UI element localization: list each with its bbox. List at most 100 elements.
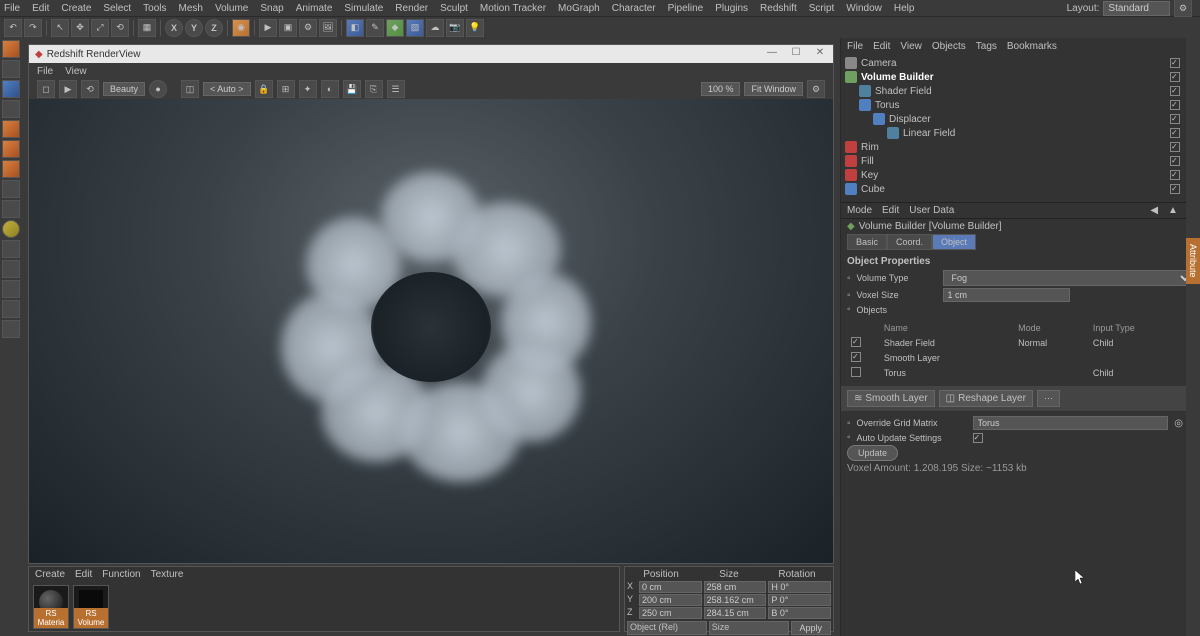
mat-menu-function[interactable]: Function — [102, 569, 140, 580]
layout-config-icon[interactable]: ⚙ — [1174, 0, 1192, 17]
tree-row-cube[interactable]: Cube — [845, 182, 1196, 196]
coord-apply-button[interactable]: Apply — [791, 621, 832, 635]
render-viewport[interactable] — [29, 99, 833, 563]
tree-label[interactable]: Shader Field — [875, 86, 1019, 97]
world-axis-icon[interactable]: ◉ — [232, 19, 250, 37]
rw-menu-file[interactable]: File — [37, 66, 53, 77]
menu-redshift[interactable]: Redshift — [760, 3, 797, 14]
rw-save-icon[interactable]: 💾 — [343, 80, 361, 98]
volume-type-select[interactable]: Fog — [943, 270, 1194, 286]
menu-help[interactable]: Help — [894, 3, 915, 14]
rw-copy-icon[interactable]: ⎘ — [365, 80, 383, 98]
rotate-tool[interactable]: ⟲ — [111, 19, 129, 37]
menu-character[interactable]: Character — [612, 3, 656, 14]
y-axis-toggle[interactable]: Y — [185, 19, 203, 37]
mat-menu-texture[interactable]: Texture — [151, 569, 184, 580]
obj-menu-view[interactable]: View — [900, 41, 922, 52]
row-checkbox[interactable] — [851, 367, 861, 377]
viewport-solo-button[interactable] — [2, 220, 20, 238]
select-tool[interactable]: ↖ — [51, 19, 69, 37]
menu-motion-tracker[interactable]: Motion Tracker — [480, 3, 546, 14]
menu-sculpt[interactable]: Sculpt — [440, 3, 468, 14]
edge-tab-attribute[interactable]: Attribute — [1186, 238, 1200, 284]
auto-update-checkbox[interactable] — [973, 433, 983, 443]
rw-auto-select[interactable]: < Auto > — [203, 82, 251, 96]
minimize-button[interactable]: — — [765, 47, 779, 61]
move-tool[interactable]: ✥ — [71, 19, 89, 37]
coord-size-mode[interactable]: Size — [709, 621, 789, 635]
menu-plugins[interactable]: Plugins — [715, 3, 748, 14]
coord-x-rot[interactable] — [768, 581, 831, 593]
rw-lock-icon[interactable]: 🔒 — [255, 80, 273, 98]
tree-row-fill[interactable]: Fill — [845, 154, 1196, 168]
tree-label[interactable]: Camera — [861, 58, 1012, 69]
coord-y-rot[interactable] — [768, 594, 831, 606]
visibility-toggle[interactable] — [1170, 58, 1180, 68]
visibility-toggle[interactable] — [1170, 128, 1180, 138]
attr-menu-mode[interactable]: Mode — [847, 205, 872, 216]
menu-create[interactable]: Create — [61, 3, 91, 14]
menu-pipeline[interactable]: Pipeline — [668, 3, 704, 14]
mat-menu-edit[interactable]: Edit — [75, 569, 92, 580]
row-checkbox[interactable] — [851, 337, 861, 347]
obj-menu-tags[interactable]: Tags — [976, 41, 997, 52]
tree-label[interactable]: Fill — [861, 156, 1012, 167]
rw-grid-icon[interactable]: ⊞ — [277, 80, 295, 98]
tree-row-rim[interactable]: Rim — [845, 140, 1196, 154]
update-button[interactable]: Update — [847, 445, 898, 461]
visibility-toggle[interactable] — [1170, 184, 1180, 194]
coord-x-size[interactable] — [704, 581, 767, 593]
render-window-titlebar[interactable]: ◆ Redshift RenderView — ☐ ✕ — [29, 45, 833, 63]
recent-tool[interactable]: ▦ — [138, 19, 156, 37]
menu-mesh[interactable]: Mesh — [179, 3, 203, 14]
rw-history-icon[interactable]: ☰ — [387, 80, 405, 98]
tweak-mode-button[interactable] — [2, 200, 20, 218]
coord-object-mode[interactable]: Object (Rel) — [627, 621, 707, 635]
scale-tool[interactable]: ⤢ — [91, 19, 109, 37]
menu-animate[interactable]: Animate — [296, 3, 333, 14]
environment-button[interactable]: ☁ — [426, 19, 444, 37]
rw-fit-select[interactable]: Fit Window — [744, 82, 803, 96]
rw-crop-icon[interactable]: ◫ — [181, 80, 199, 98]
maximize-button[interactable]: ☐ — [789, 47, 803, 61]
material-swatch-0[interactable]: RS Materia — [33, 585, 69, 629]
attr-tab-coord[interactable]: Coord. — [887, 234, 932, 250]
menu-tools[interactable]: Tools — [143, 3, 166, 14]
menu-simulate[interactable]: Simulate — [344, 3, 383, 14]
attr-object-row[interactable]: Smooth Layer — [849, 351, 1192, 364]
row-mode[interactable]: Normal — [1016, 336, 1089, 349]
model-mode-button[interactable] — [2, 60, 20, 78]
rw-zoom-field[interactable]: 100 % — [701, 82, 741, 96]
obj-menu-edit[interactable]: Edit — [873, 41, 890, 52]
row-mode[interactable] — [1016, 366, 1089, 380]
tree-label[interactable]: Rim — [861, 142, 1012, 153]
rw-refresh-button[interactable]: ⟲ — [81, 80, 99, 98]
layer-more-button[interactable]: ⋯ — [1037, 390, 1060, 407]
override-grid-pick-icon[interactable]: ◎ — [1174, 418, 1183, 429]
primitive-cube-button[interactable]: ◧ — [346, 19, 364, 37]
visibility-toggle[interactable] — [1170, 170, 1180, 180]
reshape-layer-button[interactable]: ◫Reshape Layer — [939, 390, 1033, 407]
attr-tab-basic[interactable]: Basic — [847, 234, 887, 250]
row-mode[interactable] — [1016, 351, 1089, 364]
rw-bucket-icon[interactable]: ● — [149, 80, 167, 98]
coord-z-pos[interactable] — [639, 607, 702, 619]
deformer-button[interactable]: ▨ — [406, 19, 424, 37]
menu-mograph[interactable]: MoGraph — [558, 3, 600, 14]
visibility-toggle[interactable] — [1170, 86, 1180, 96]
workplane-snap-button[interactable] — [2, 280, 20, 298]
tree-label[interactable]: Cube — [861, 184, 1012, 195]
rw-stop-button[interactable]: ◻ — [37, 80, 55, 98]
smooth-layer-button[interactable]: ≋Smooth Layer — [847, 390, 935, 407]
tree-row-key[interactable]: Key — [845, 168, 1196, 182]
coord-y-size[interactable] — [704, 594, 767, 606]
attr-object-row[interactable]: Torus Child — [849, 366, 1192, 380]
visibility-toggle[interactable] — [1170, 142, 1180, 152]
menu-volume[interactable]: Volume — [215, 3, 248, 14]
attr-nav-up-icon[interactable]: ▲ — [1168, 205, 1178, 216]
visibility-toggle[interactable] — [1170, 156, 1180, 166]
rw-pass-select[interactable]: Beauty — [103, 82, 145, 96]
coord-y-pos[interactable] — [639, 594, 702, 606]
obj-menu-bookmarks[interactable]: Bookmarks — [1007, 41, 1057, 52]
menu-window[interactable]: Window — [846, 3, 882, 14]
